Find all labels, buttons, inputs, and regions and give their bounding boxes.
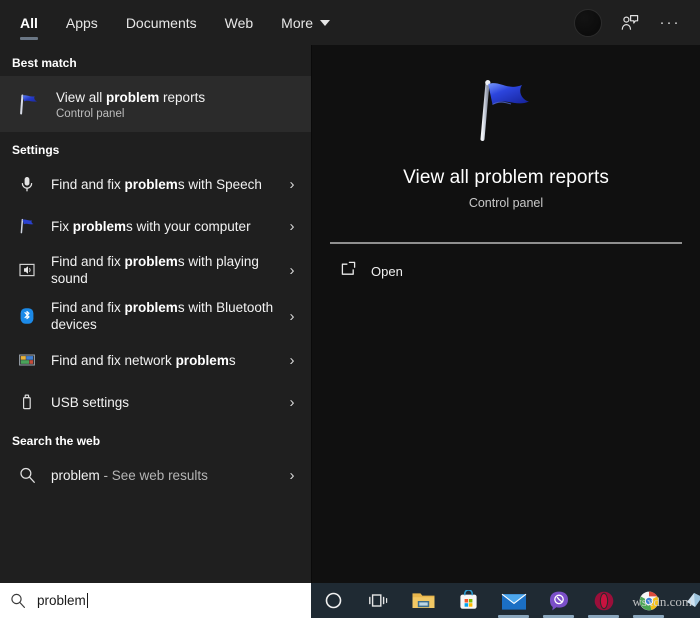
taskbar-item-viber[interactable] [536, 583, 581, 618]
network-icon [12, 345, 42, 375]
taskbar-item-file-explorer[interactable] [401, 583, 446, 618]
preview-pane: View all problem reports Control panel O… [311, 45, 700, 583]
result-best-match-title: View all problem reports [56, 89, 206, 105]
viber-icon [549, 591, 568, 610]
mail-icon [501, 593, 526, 610]
result-setting-fix-computer-label: Fix problems with your computer [51, 218, 251, 234]
overflow-dots-icon: ··· [659, 14, 681, 31]
tab-all-label: All [20, 14, 38, 31]
control-panel-flag-icon [12, 87, 46, 121]
taskbar-item-microsoft-store[interactable] [446, 583, 491, 618]
speaker-icon [12, 255, 42, 285]
chevron-right-icon: › [289, 307, 295, 325]
tab-documents[interactable]: Documents [112, 0, 211, 45]
chevron-right-icon: › [289, 217, 295, 235]
header-actions: ··· [574, 8, 690, 37]
tab-web-label: Web [224, 14, 254, 31]
result-setting-speech[interactable]: Find and fix problems with Speech › [0, 163, 311, 205]
taskbar-search-value: problem [37, 593, 86, 608]
text-cursor [86, 593, 88, 608]
taskbar-item-cortana[interactable] [311, 583, 356, 618]
chevron-right-icon: › [289, 351, 295, 369]
microphone-icon [12, 169, 42, 199]
tab-apps-label: Apps [65, 14, 98, 31]
result-setting-playing-sound[interactable]: Find and fix problems with playing sound… [0, 247, 311, 293]
result-setting-usb[interactable]: USB settings › [0, 381, 311, 423]
cortana-icon [325, 592, 342, 609]
preview-title: View all problem reports [403, 167, 609, 188]
result-setting-playing-sound-label: Find and fix problems with playing sound [51, 254, 259, 286]
windows-search-screen: All Apps Documents Web More ··· Best mat… [0, 0, 700, 618]
chevron-right-icon: › [289, 393, 295, 411]
preview-action-open-label: Open [371, 263, 403, 279]
chrome-icon [639, 591, 658, 610]
search-flyout: All Apps Documents Web More ··· Best mat… [0, 0, 700, 583]
result-best-match[interactable]: View all problem reports Control panel [0, 76, 311, 132]
taskbar-icons [311, 583, 700, 618]
taskbar-item-mail[interactable] [491, 583, 536, 618]
results-pane: Best match View all problem reports Cont… [0, 45, 311, 583]
result-web-search-label: problem - See web results [51, 467, 208, 483]
result-setting-bluetooth[interactable]: Find and fix problems with Bluetooth dev… [0, 293, 311, 339]
result-best-match-text: View all problem reports Control panel [56, 89, 303, 120]
user-avatar[interactable] [574, 8, 602, 37]
section-title-settings: Settings [12, 143, 60, 157]
chevron-right-icon: › [289, 261, 295, 279]
usb-icon [12, 387, 42, 417]
result-setting-fix-computer[interactable]: Fix problems with your computer › [0, 205, 311, 247]
result-best-match-subtitle: Control panel [56, 107, 125, 120]
tab-all[interactable]: All [6, 0, 52, 45]
taskbar-item-chrome[interactable] [626, 583, 671, 618]
result-web-search[interactable]: problem - See web results › [0, 454, 311, 496]
tab-web[interactable]: Web [211, 0, 268, 45]
chevron-down-icon [320, 19, 331, 26]
section-title-search-the-web: Search the web [12, 434, 101, 448]
tab-more[interactable]: More [267, 0, 344, 45]
search-tabs: All Apps Documents Web More [6, 0, 344, 45]
preview-subtitle: Control panel [468, 196, 544, 210]
result-setting-usb-label: USB settings [51, 394, 130, 410]
microsoft-store-icon [460, 590, 477, 609]
tab-documents-label: Documents [125, 14, 197, 31]
search-icon [12, 460, 42, 490]
preview-action-open[interactable]: Open [312, 244, 700, 282]
opera-icon [594, 591, 613, 610]
overflow-menu-button[interactable]: ··· [658, 11, 682, 35]
result-setting-bluetooth-label: Find and fix problems with Bluetooth dev… [51, 300, 274, 332]
tab-active-underline [20, 37, 38, 40]
tab-apps[interactable]: Apps [52, 0, 112, 45]
taskbar-item-app[interactable] [671, 583, 700, 618]
taskbar-search-input[interactable]: problem [0, 583, 311, 618]
preview-header: View all problem reports Control panel [312, 45, 700, 210]
search-header: All Apps Documents Web More ··· [0, 0, 700, 45]
taskbar: problem [0, 583, 700, 618]
result-setting-network-label: Find and fix network problems [51, 352, 236, 368]
result-setting-network[interactable]: Find and fix network problems › [0, 339, 311, 381]
file-explorer-icon [412, 593, 435, 608]
search-body: Best match View all problem reports Cont… [0, 45, 700, 583]
feedback-person-icon[interactable] [618, 11, 642, 35]
taskbar-item-task-view[interactable] [356, 583, 401, 618]
app-icon [686, 592, 700, 607]
open-external-icon [340, 260, 357, 282]
taskbar-item-opera[interactable] [581, 583, 626, 618]
control-panel-flag-icon [312, 73, 700, 151]
search-icon [9, 592, 27, 610]
bluetooth-icon [12, 301, 42, 331]
flag-icon [12, 211, 42, 241]
result-setting-speech-label: Find and fix problems with Speech [51, 176, 262, 192]
task-view-icon [368, 594, 387, 607]
section-title-best-match: Best match [12, 56, 77, 70]
chevron-right-icon: › [289, 466, 295, 484]
chevron-right-icon: › [289, 175, 295, 193]
tab-more-label: More [281, 14, 314, 31]
